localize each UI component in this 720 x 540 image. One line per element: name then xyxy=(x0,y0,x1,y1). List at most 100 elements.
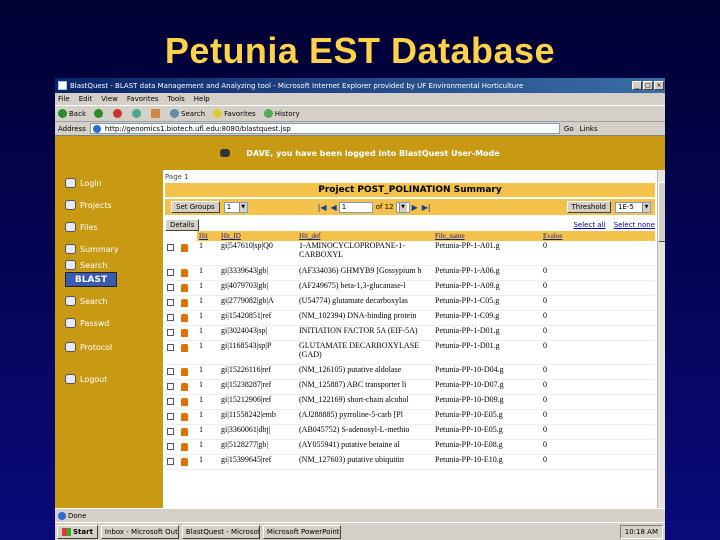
sidebar-item-projects[interactable]: Projects xyxy=(65,200,112,210)
scrollbar-thumb[interactable] xyxy=(658,182,665,242)
detail-icon[interactable] xyxy=(181,313,188,322)
taskbar-task-powerpoint[interactable]: Microsoft PowerPoint xyxy=(262,524,341,539)
sidebar-item-summary[interactable]: Summary xyxy=(65,244,119,254)
hit-id-cell[interactable]: gi|3339643|gb| xyxy=(219,265,297,281)
row-checkbox[interactable] xyxy=(167,298,174,306)
back-button[interactable]: Back xyxy=(58,109,86,118)
column-header-hit-id[interactable]: Hit_ID xyxy=(219,231,297,241)
set-groups-button[interactable]: Set Groups xyxy=(171,201,220,213)
table-row[interactable]: 1 gi|15238287|ref (NM_125887) ABC transpor… xyxy=(165,379,655,395)
detail-icon[interactable] xyxy=(181,442,188,451)
file-name-cell[interactable]: Petunia-PP-10-E08.g xyxy=(433,439,541,455)
minimize-button[interactable]: _ xyxy=(632,81,642,90)
stop-button[interactable] xyxy=(113,109,124,118)
row-checkbox[interactable] xyxy=(167,343,174,351)
row-checkbox[interactable] xyxy=(167,244,174,251)
hit-id-cell[interactable]: gi|3360061|dbj| xyxy=(219,424,297,440)
table-row[interactable]: 1 gi|3360061|dbj| (AB045752) S-adenosyl-L-… xyxy=(165,424,655,440)
menu-file[interactable]: File xyxy=(58,95,70,103)
detail-icon[interactable] xyxy=(181,397,188,406)
address-input[interactable]: http://genomics1.biotech.ufl.edu:8080/bl… xyxy=(89,123,560,134)
last-page-icon[interactable]: ▶| xyxy=(422,203,431,212)
menu-edit[interactable]: Edit xyxy=(79,95,93,103)
detail-icon[interactable] xyxy=(181,283,188,292)
table-row[interactable]: 1 gi|1168543|sp|P GLUTAMATE DECARBOXYLASE(… xyxy=(165,340,655,365)
page-input[interactable]: 1 xyxy=(338,201,373,213)
row-checkbox[interactable] xyxy=(167,397,174,405)
file-name-cell[interactable]: Petunia-PP-1-C05.g xyxy=(433,295,541,311)
file-name-cell[interactable]: Petunia-PP-1-C09.g xyxy=(433,310,541,326)
row-checkbox[interactable] xyxy=(167,442,174,450)
row-checkbox[interactable] xyxy=(167,328,174,336)
threshold-select[interactable]: 1E-5 ▼ xyxy=(615,201,651,213)
file-name-cell[interactable]: Petunia-PP-10-E05.g xyxy=(433,424,541,440)
column-header-hit-def[interactable]: Hit_def xyxy=(297,231,433,241)
page-spinner[interactable]: ▼ xyxy=(395,201,410,213)
file-name-cell[interactable]: Petunia-PP-10-E05.g xyxy=(433,409,541,425)
hit-id-cell[interactable]: gi|15226116|ref xyxy=(219,364,297,380)
table-row[interactable]: 1 gi|5128277|gb| (AY055941) putative betai… xyxy=(165,439,655,455)
prev-page-icon[interactable]: ◀ xyxy=(331,203,337,212)
table-row[interactable]: 1 gi|2779082|gb|A (U54774) glutamate decar… xyxy=(165,295,655,311)
detail-icon[interactable] xyxy=(181,328,188,337)
first-page-icon[interactable]: |◀ xyxy=(318,203,327,212)
hit-id-cell[interactable]: gi|15399645|ref xyxy=(219,454,297,470)
table-row[interactable]: 1 gi|3339643|gb| (AF334036) GHMYB9 [Gossyp… xyxy=(165,265,655,281)
menu-help[interactable]: Help xyxy=(194,95,210,103)
column-header-hit[interactable]: Hit xyxy=(197,231,219,241)
row-checkbox[interactable] xyxy=(167,367,174,375)
file-name-cell[interactable]: Petunia-PP-1-A06.g xyxy=(433,265,541,281)
detail-icon[interactable] xyxy=(181,427,188,436)
detail-icon[interactable] xyxy=(181,343,188,352)
table-row[interactable]: 1 gi|11558242|emb (AJ288885) pyrroline-5-c… xyxy=(165,409,655,425)
forward-button[interactable] xyxy=(94,109,105,118)
group-select[interactable]: 1 ▼ xyxy=(223,201,248,213)
detail-icon[interactable] xyxy=(181,268,188,277)
table-row[interactable]: 1 gi|15212906|ref (NM_122169) short-chain … xyxy=(165,394,655,410)
vertical-scrollbar[interactable] xyxy=(657,170,665,508)
table-row[interactable]: 1 gi|15420851|ref (NM_102394) DNA-binding … xyxy=(165,310,655,326)
blast-logo[interactable]: BLAST xyxy=(65,272,117,287)
row-checkbox[interactable] xyxy=(167,412,174,420)
column-header-file-name[interactable]: File_name xyxy=(433,231,541,241)
close-button[interactable]: × xyxy=(654,81,664,90)
file-name-cell[interactable]: Petunia-PP-10-D04.g xyxy=(433,364,541,380)
links-button[interactable]: Links xyxy=(580,125,598,133)
hit-id-cell[interactable]: gi|15212906|ref xyxy=(219,394,297,410)
row-checkbox[interactable] xyxy=(167,313,174,321)
select-all-link[interactable]: Select all xyxy=(573,221,605,229)
table-row[interactable]: 1 gi|4079703|gb| (AF249675) beta-1,3-gluca… xyxy=(165,280,655,296)
sidebar-item-protocol[interactable]: Protocol xyxy=(65,342,112,352)
row-checkbox[interactable] xyxy=(167,268,174,276)
taskbar-task-blastquest[interactable]: BlastQuest - Microsoft xyxy=(181,524,260,539)
detail-icon[interactable] xyxy=(181,367,188,376)
detail-icon[interactable] xyxy=(181,457,188,466)
maximize-button[interactable]: □ xyxy=(643,81,653,90)
go-button[interactable]: Go xyxy=(564,125,574,133)
sidebar-item-logout[interactable]: Logout xyxy=(65,374,107,384)
table-row[interactable]: 1 gi|15226116|ref (NM_126105) putative ald… xyxy=(165,364,655,380)
sidebar-item-login[interactable]: Login xyxy=(65,178,102,188)
hit-id-cell[interactable]: gi|15420851|ref xyxy=(219,310,297,326)
file-name-cell[interactable]: Petunia-PP-10-E10.g xyxy=(433,454,541,470)
table-row[interactable]: 1 gi|3024043|sp| INITIATION FACTOR 5A (EIF… xyxy=(165,325,655,341)
menu-view[interactable]: View xyxy=(101,95,118,103)
hit-id-cell[interactable]: gi|547610|sp|Q0 xyxy=(219,241,297,266)
refresh-button[interactable] xyxy=(132,109,143,118)
history-button[interactable]: History xyxy=(263,109,300,118)
search-button[interactable]: Search xyxy=(170,109,205,118)
detail-icon[interactable] xyxy=(181,244,188,252)
next-page-icon[interactable]: ▶ xyxy=(412,203,418,212)
file-name-cell[interactable]: Petunia-PP-1-D01.g xyxy=(433,325,541,341)
row-checkbox[interactable] xyxy=(167,382,174,390)
details-button[interactable]: Details xyxy=(165,219,200,231)
start-button[interactable]: Start xyxy=(57,524,98,539)
hit-id-cell[interactable]: gi|3024043|sp| xyxy=(219,325,297,341)
sidebar-item-search-2[interactable]: Search xyxy=(65,296,107,306)
detail-icon[interactable] xyxy=(181,382,188,391)
row-checkbox[interactable] xyxy=(167,457,174,465)
select-none-link[interactable]: Select none xyxy=(614,221,655,229)
hit-id-cell[interactable]: gi|15238287|ref xyxy=(219,379,297,395)
hit-id-cell[interactable]: gi|4079703|gb| xyxy=(219,280,297,296)
table-row[interactable]: 1 gi|15399645|ref (NM_127603) putative ubi… xyxy=(165,454,655,470)
